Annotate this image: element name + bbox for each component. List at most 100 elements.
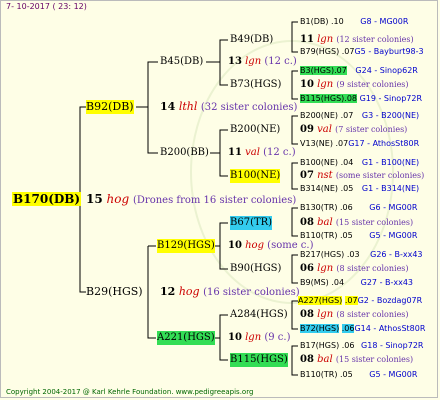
root-sisters: (Drones from 16 sister colonies) [133,195,297,206]
root-code: hog [106,192,130,206]
queen-b29[interactable]: B29(HGS) [86,285,143,299]
gen4-name: B130(TR) [300,203,338,212]
gen4-place: G3 - B200(NE) [361,111,420,120]
b29-code: hog [178,285,200,298]
queen-b200bb[interactable]: B200(BB) [160,146,209,160]
gen4-row[interactable]: B110(TR) .05 G5 - MG00R [300,370,417,380]
a284-drone-info: 08 lgn (8 sister colonies) [300,308,409,322]
gen4-row[interactable]: B115(HGS).08 G19 - Sinop72R [300,94,422,104]
gen4-row[interactable]: B217(HGS) .03 G26 - B-xx43 [300,250,423,260]
b49-code: lgn [317,34,334,45]
gen4-value: .06 [341,324,355,333]
gen4-row[interactable]: B314(NE) .05 G1 - B314(NE) [300,184,419,194]
a221-drone-info: 10 lgn (9 c.) [228,331,290,345]
gen4-row[interactable]: B200(NE) .07 G3 - B200(NE) [300,111,419,121]
queen-a221[interactable]: A221(HGS) [157,331,215,345]
gen4-row[interactable]: B1(DB) .10 G8 - MG00R [300,17,408,27]
b115-code: bal [317,354,333,365]
b129-code: hog [245,240,264,251]
b200bb-drone-info: 11 val (12 c.) [228,146,296,160]
gen4-value: .10 [331,17,344,26]
queen-b100[interactable]: B100(NE) [230,169,281,183]
b200bb-sisters: (12 c.) [263,147,296,158]
gen4-row[interactable]: B9(MS) .04 G27 - B-xx43 [300,278,413,288]
queen-b49[interactable]: B49(DB) [230,33,273,47]
copyright-footer: Copyright 2004-2017 @ Karl Kehrle Founda… [6,388,254,396]
b92-code: lthl [178,100,198,113]
b45-code: lgn [245,56,262,67]
b200bb-code: val [245,147,260,158]
b100-code: nst [317,170,333,181]
gen4-name: B115(HGS) [300,94,345,103]
b45-drone-info: 13 lgn (12 c.) [228,55,297,69]
queen-b45[interactable]: B45(DB) [160,55,203,69]
queen-a284[interactable]: A284(HGS) [230,308,288,322]
gen4-place: G5 - MG00R [369,231,418,240]
queen-b115[interactable]: B115(HGS) [230,353,288,367]
gen4-value: .05 [340,184,354,193]
gen4-name: B200(NE) [300,111,339,120]
report-date: 7- 10-2017 ( 23: 12) [6,2,87,11]
gen4-row[interactable]: A227(HGS) .07G2 - Bozdag07R [298,296,422,306]
gen4-value: .07 [334,66,347,75]
gen4-place: G2 - Bozdag07R [357,296,423,305]
gen4-place: G8 - MG00R [360,17,409,26]
gen4-value: .04 [340,158,354,167]
b92-drone-info: 14 lthl (32 sister colonies) [160,100,297,115]
gen4-row[interactable]: B3(HGS).07 G24 - Sinop62R [300,66,418,76]
queen-b67[interactable]: B67(TR) [230,216,273,230]
gen4-value: .07 [335,139,349,148]
gen4-value: .04 [331,278,345,287]
b73-code: lgn [317,79,334,90]
gen4-row[interactable]: B110(TR) .05 G5 - MG00R [300,231,417,241]
b29-generation: 12 [160,285,176,298]
root-drone-info: 15 hog (Drones from 16 sister colonies) [86,192,296,208]
gen4-row[interactable]: B100(NE) .04 G1 - B100(NE) [300,158,419,168]
b67-code: bal [317,217,333,228]
gen4-row[interactable]: B17(HGS) .06 G18 - Sinop72R [300,341,423,351]
a284-sisters: (8 sister colonies) [336,310,409,319]
a284-code: lgn [317,309,334,320]
gen4-place: G5 - MG00R [369,370,418,379]
root-generation: 15 [86,192,103,206]
b100-sisters: (some sister colonies) [335,171,425,180]
b200ne-drone-info: 09 val (7 sister colonies) [300,123,407,137]
gen4-name: B1(DB) [300,17,329,26]
gen4-name: B9(MS) [300,278,329,287]
gen4-name: B110(TR) [300,370,338,379]
gen4-value: .07 [340,111,354,120]
gen4-value: .03 [346,250,360,259]
queen-b90[interactable]: B90(HGS) [230,262,281,276]
b45-sisters: (12 c.) [264,56,297,67]
b45-generation: 13 [228,56,242,67]
b90-code: lgn [317,263,334,274]
gen4-name: B314(NE) [300,184,339,193]
b49-drone-info: 11 lgn (12 sister colonies) [300,33,414,47]
gen4-name: B72(HGS) [300,324,340,333]
b73-generation: 10 [300,79,314,90]
b49-generation: 11 [300,34,314,45]
gen4-row[interactable]: V13(NE) .07G17 - AthosSt80R [300,139,419,149]
gen4-row[interactable]: B79(HGS) .07G5 - Bayburt98-3 [300,47,424,57]
queen-b129[interactable]: B129(HGS) [157,239,215,253]
b73-drone-info: 10 lgn (9 sister colonies) [300,78,409,92]
queen-b200ne[interactable]: B200(NE) [230,123,280,137]
b115-drone-info: 08 bal (15 sister colonies) [300,353,413,367]
gen4-row[interactable]: B130(TR) .06 G6 - MG00R [300,203,417,213]
gen4-value: .07 [344,296,358,305]
b49-sisters: (12 sister colonies) [336,35,414,44]
gen4-value: .06 [340,203,353,212]
a284-generation: 08 [300,309,314,320]
gen4-name: B79(HGS) [300,47,340,56]
b67-sisters: (15 sister colonies) [335,218,414,227]
gen4-row[interactable]: B72(HGS) .06G14 - AthosSt80R [300,324,425,334]
gen4-name: A227(HGS) [298,296,343,305]
gen4-name: B110(TR) [300,231,338,240]
b200ne-code: val [317,124,332,135]
a221-sisters: (9 c.) [264,332,291,343]
queen-b92[interactable]: B92(DB) [86,100,134,114]
gen4-place: G6 - MG00R [369,203,418,212]
root-queen[interactable]: B170(DB) [12,192,82,206]
gen4-place: G19 - Sinop72R [359,94,423,103]
queen-b73[interactable]: B73(HGS) [230,78,281,92]
